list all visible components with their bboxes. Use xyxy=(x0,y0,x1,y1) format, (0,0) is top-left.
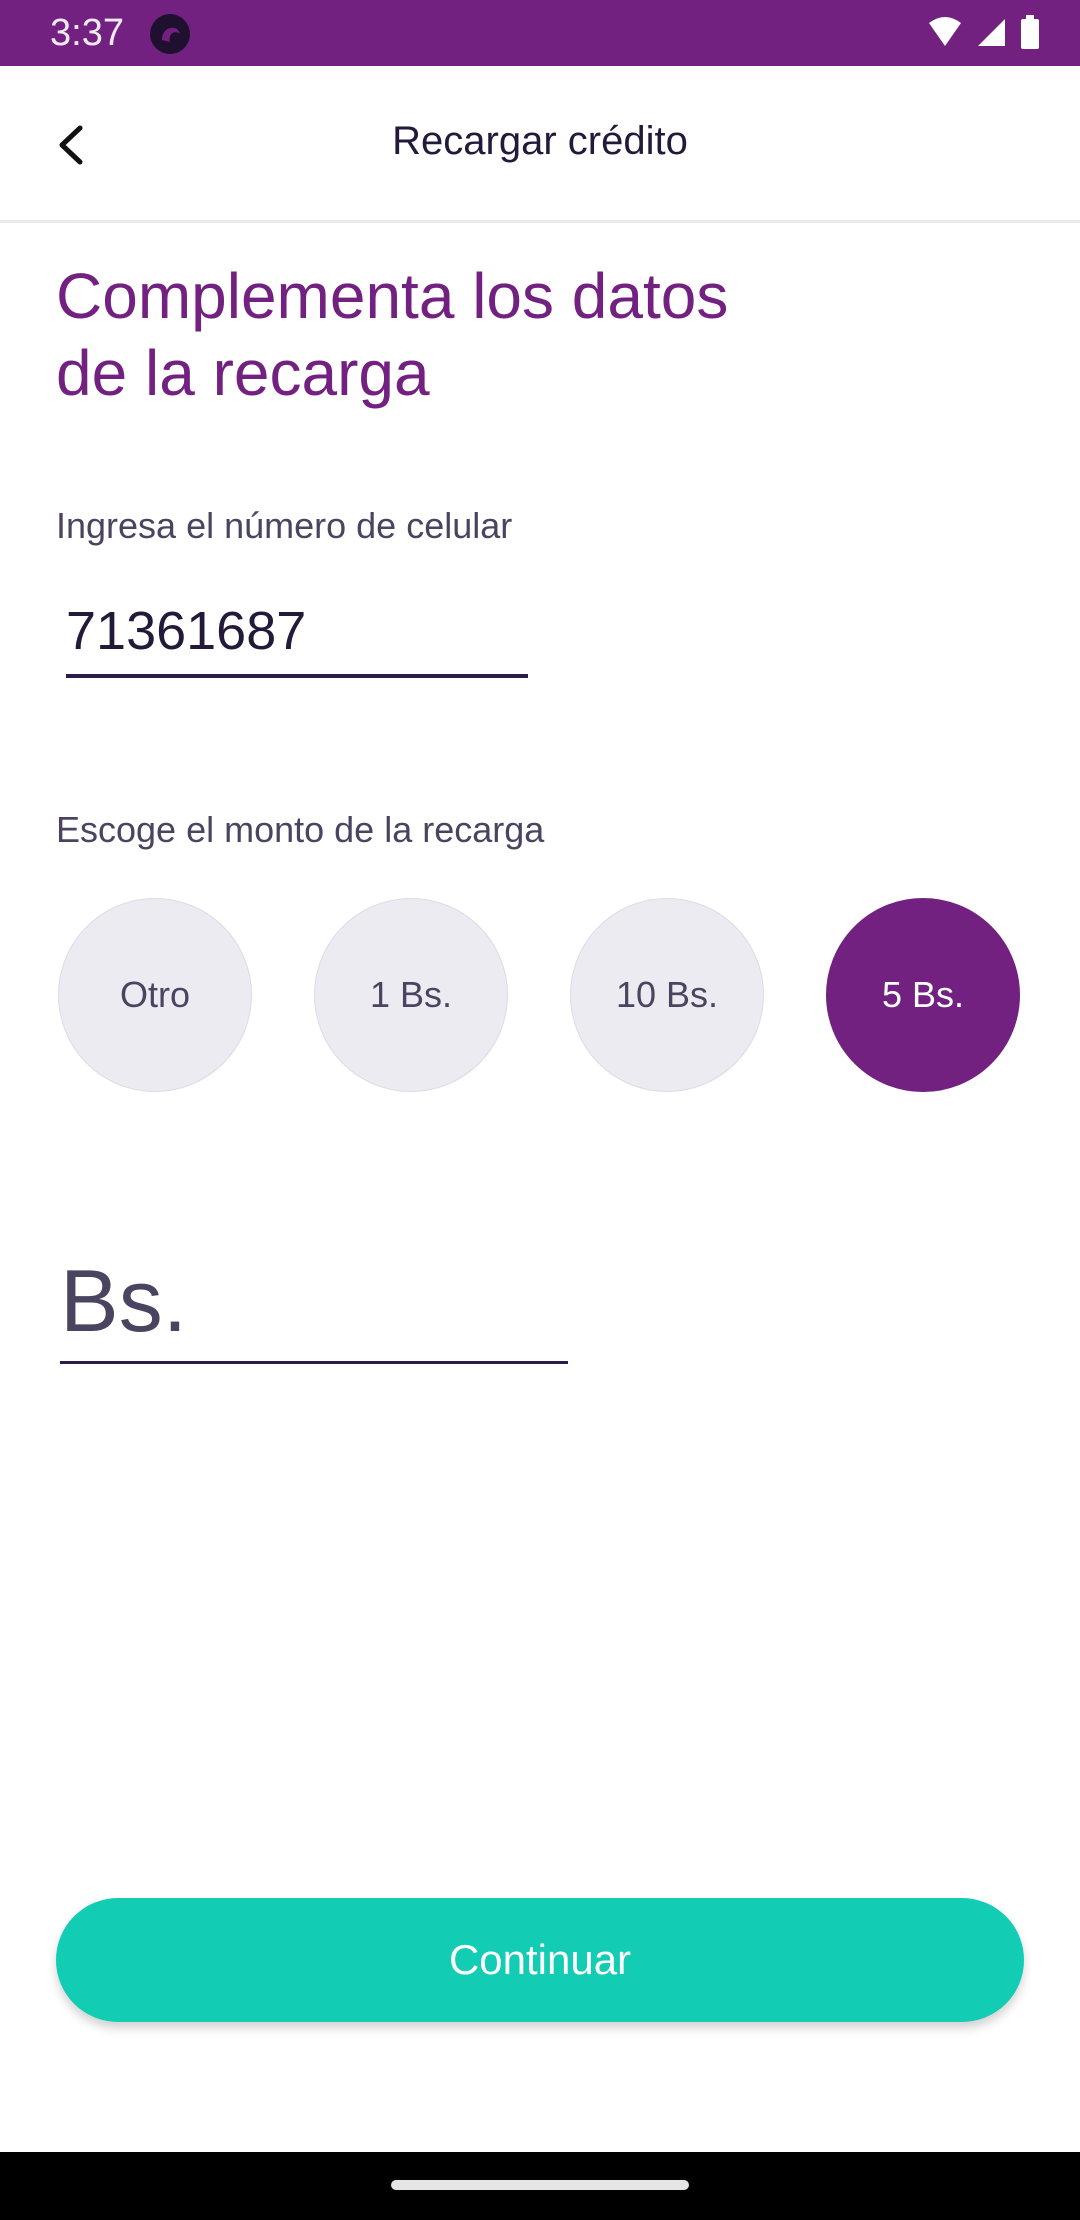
amount-options: Otro 1 Bs. 10 Bs. 5 Bs. xyxy=(58,898,1020,1092)
battery-icon xyxy=(1020,14,1040,54)
amount-option-1[interactable]: 1 Bs. xyxy=(314,898,508,1092)
phone-label: Ingresa el número de celular xyxy=(56,505,513,546)
form-heading: Complementa los datos de la recarga xyxy=(56,260,729,409)
status-icons xyxy=(928,14,1040,54)
continue-button[interactable]: Continuar xyxy=(56,1898,1024,2022)
wifi-icon xyxy=(928,16,962,52)
custom-amount-input[interactable] xyxy=(60,1240,568,1364)
amount-option-10[interactable]: 10 Bs. xyxy=(570,898,764,1092)
status-time: 3:37 xyxy=(50,12,124,54)
amount-option-5[interactable]: 5 Bs. xyxy=(826,898,1020,1092)
phone-input[interactable] xyxy=(66,588,528,678)
app-bar: Recargar crédito xyxy=(0,66,1080,223)
app-notification-icon xyxy=(148,12,192,56)
chevron-left-icon xyxy=(40,125,110,184)
home-handle[interactable] xyxy=(391,2180,689,2190)
page-title: Recargar crédito xyxy=(392,119,688,163)
status-bar: 3:37 xyxy=(0,0,1080,66)
amount-option-otro[interactable]: Otro xyxy=(58,898,252,1092)
signal-icon xyxy=(976,17,1006,52)
amount-label: Escoge el monto de la recarga xyxy=(56,809,545,850)
navigation-bar xyxy=(0,2152,1080,2220)
